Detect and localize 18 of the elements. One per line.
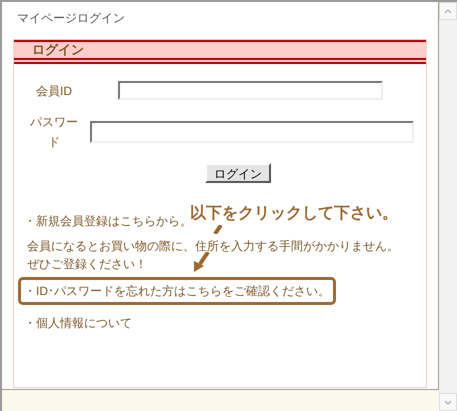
scroll-up-icon[interactable] [439,2,457,20]
section-heading: ログイン [32,41,84,60]
id-field[interactable] [118,81,383,100]
field-label: パスワード [30,114,78,151]
scrollbar[interactable] [439,2,457,411]
leader-line [212,225,222,234]
register-note: ぜひご登録ください！ [27,256,147,273]
password-field[interactable] [90,121,414,143]
login-button[interactable]: ログイン [205,163,271,183]
register-note: 会員になるとお買い物の際に、住所を入力する手間がかかりません。 [27,238,399,255]
arrow-icon [192,252,210,272]
page-title: マイページログイン [17,10,126,27]
highlighted-link[interactable]: ・ID･パスワードを忘れた方はこちらをご確認ください。 [18,277,336,305]
scroll-down-icon[interactable] [439,393,457,411]
register-link[interactable]: ・新規会員登録はこちらから。 [24,213,192,229]
field-label: 会員ID [36,82,73,100]
annotation-text: 以下をクリックして下さい。 [190,204,398,224]
text-link[interactable]: ・個人情報について [24,315,132,331]
